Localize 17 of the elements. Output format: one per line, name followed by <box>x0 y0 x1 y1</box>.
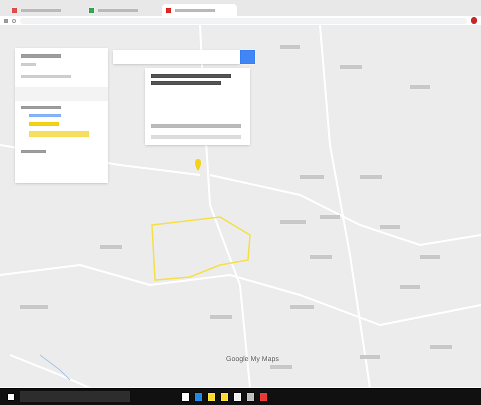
river-line <box>40 354 70 380</box>
browser-tab[interactable] <box>162 4 237 16</box>
tab-title-line <box>98 8 138 12</box>
reload-icon[interactable] <box>12 18 16 22</box>
taskbar-app-icon[interactable] <box>221 392 228 400</box>
start-icon[interactable] <box>8 394 14 400</box>
tab-title-line <box>21 8 61 12</box>
taskbar-app-icon[interactable] <box>208 392 215 400</box>
tab-title-line <box>175 8 215 12</box>
taskbar-app-icon[interactable] <box>182 392 189 400</box>
description-line <box>21 75 71 78</box>
profile-icon[interactable] <box>471 17 477 24</box>
back-icon[interactable] <box>4 18 8 22</box>
search-field[interactable] <box>113 50 240 64</box>
taskbar-app-icon[interactable] <box>234 392 241 400</box>
taskbar-app-icon[interactable] <box>247 392 254 400</box>
map-pin-icon <box>194 159 202 171</box>
